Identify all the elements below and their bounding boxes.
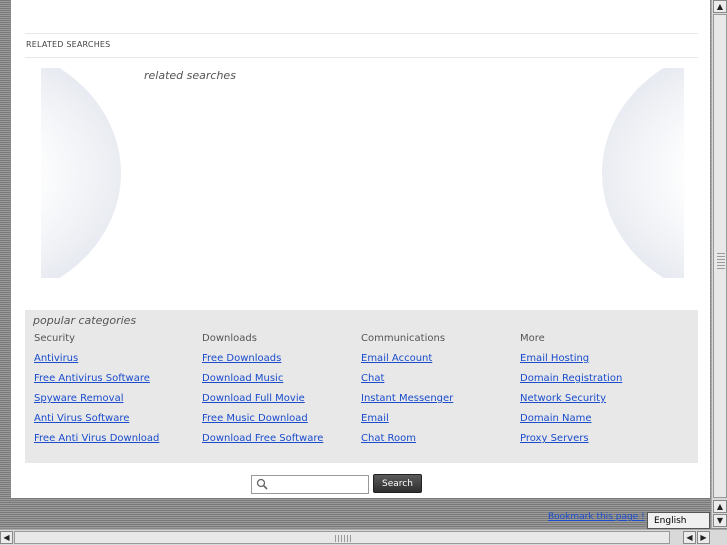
horizontal-scrollbar[interactable]: ◀ ◀ ▶ [0, 529, 727, 545]
category-column-communications: Communications Email Account Chat Instan… [361, 333, 453, 453]
content-panel: RELATED SEARCHES related searches popula… [11, 0, 710, 498]
category-link[interactable]: Email Hosting [520, 353, 622, 373]
category-link[interactable]: Download Full Movie [202, 393, 323, 413]
vertical-scroll-thumb[interactable] [713, 14, 727, 498]
category-link[interactable]: Free Antivirus Software [34, 373, 159, 393]
scroll-down-button[interactable]: ▼ [713, 514, 727, 527]
category-link[interactable]: Domain Registration [520, 373, 622, 393]
category-link[interactable]: Chat Room [361, 433, 453, 453]
column-header: Communications [361, 333, 446, 344]
category-link[interactable]: Email [361, 413, 453, 433]
category-link[interactable]: Free Downloads [202, 353, 323, 373]
category-column-security: Security Antivirus Free Antivirus Softwa… [34, 333, 159, 453]
scroll-left-button[interactable]: ◀ [0, 531, 13, 544]
category-link[interactable]: Antivirus [34, 353, 159, 373]
grip-icon [335, 535, 351, 542]
decorative-curve-right [602, 68, 684, 278]
category-link[interactable]: Download Free Software [202, 433, 323, 453]
category-link[interactable]: Proxy Servers [520, 433, 622, 453]
grip-icon [717, 253, 725, 269]
search-box [251, 475, 369, 494]
column-header: More [520, 333, 545, 344]
magnifier-icon [256, 478, 268, 490]
category-link[interactable]: Anti Virus Software [34, 413, 159, 433]
search-input[interactable] [270, 478, 364, 491]
divider [25, 57, 698, 58]
category-column-downloads: Downloads Free Downloads Download Music … [202, 333, 323, 453]
popular-categories: popular categories Security Antivirus Fr… [25, 310, 698, 463]
category-link[interactable]: Download Music [202, 373, 323, 393]
category-link[interactable]: Spyware Removal [34, 393, 159, 413]
horizontal-scroll-thumb[interactable] [14, 531, 670, 544]
search-button[interactable]: Search [373, 474, 422, 493]
divider [25, 33, 698, 34]
category-column-more: More Email Hosting Domain Registration N… [520, 333, 622, 453]
category-link[interactable]: Email Account [361, 353, 453, 373]
category-link[interactable]: Domain Name [520, 413, 622, 433]
language-select[interactable]: English [647, 512, 710, 529]
popular-categories-title: popular categories [33, 314, 137, 327]
scroll-right-button[interactable]: ▶ [697, 531, 710, 544]
category-link[interactable]: Free Anti Virus Download [34, 433, 159, 453]
bookmark-link[interactable]: Bookmark this page ! [548, 512, 645, 522]
category-link[interactable]: Chat [361, 373, 453, 393]
scroll-up-button[interactable]: ▲ [713, 0, 727, 13]
related-searches-heading: RELATED SEARCHES [26, 40, 111, 49]
column-header: Security [34, 333, 76, 344]
category-link[interactable]: Instant Messenger [361, 393, 453, 413]
decorative-curve-left [41, 68, 121, 278]
scroll-up-button-2[interactable]: ▲ [713, 500, 727, 513]
scroll-left-button-2[interactable]: ◀ [683, 531, 696, 544]
category-link[interactable]: Free Music Download [202, 413, 323, 433]
column-header: Downloads [202, 333, 257, 344]
category-link[interactable]: Network Security [520, 393, 622, 413]
vertical-scrollbar[interactable]: ▲ ▲ ▼ [711, 0, 727, 528]
related-searches-subheading: related searches [144, 69, 236, 82]
